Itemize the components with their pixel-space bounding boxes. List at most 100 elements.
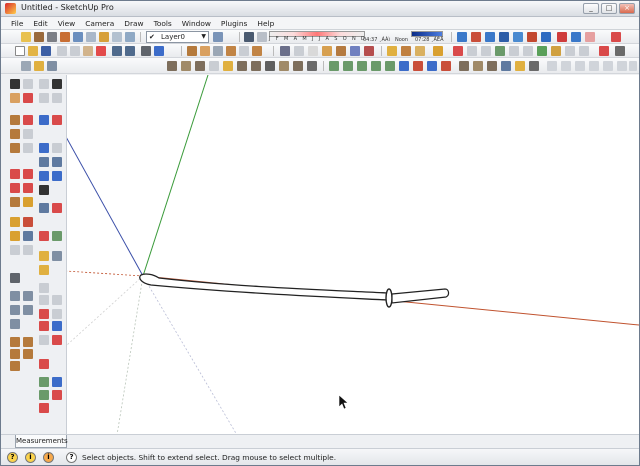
save-icon[interactable] (41, 46, 51, 56)
preferences-icon[interactable] (575, 61, 585, 71)
push-tool-icon[interactable] (52, 115, 62, 125)
sword-guard[interactable] (385, 288, 393, 308)
scenes-icon[interactable] (413, 61, 423, 71)
solid-intersect-icon[interactable] (343, 61, 353, 71)
protractor-icon[interactable] (599, 46, 609, 56)
warehouse-icon[interactable] (47, 32, 57, 42)
sword-handle[interactable] (391, 288, 450, 304)
previous-view-icon[interactable] (52, 171, 62, 181)
dynamic-components-icon[interactable] (603, 61, 613, 71)
pencil-icon[interactable] (453, 46, 463, 56)
section-tool-icon[interactable] (39, 231, 49, 241)
sandbox-smooth-icon[interactable] (279, 61, 289, 71)
wireframe-icon[interactable] (294, 46, 304, 56)
get-photo-icon[interactable] (86, 32, 96, 42)
protractor-tool-icon[interactable] (10, 231, 20, 241)
hidden-line-icon[interactable] (308, 46, 318, 56)
eraser-tool-icon[interactable] (23, 93, 33, 103)
shaded-icon[interactable] (322, 46, 332, 56)
offset-icon[interactable] (467, 46, 477, 56)
sandbox-icon[interactable] (541, 32, 551, 42)
house-iso-icon[interactable] (226, 46, 236, 56)
fredo-stretch-icon[interactable] (39, 403, 49, 413)
dimensions-tool-icon[interactable] (23, 217, 33, 227)
paste-icon[interactable] (83, 46, 93, 56)
minimize-button[interactable]: _ (583, 3, 599, 14)
clear-icon[interactable] (585, 32, 595, 42)
xray-icon[interactable] (280, 46, 290, 56)
sandbox-add-detail-icon[interactable] (209, 61, 219, 71)
get-models-icon[interactable] (39, 251, 49, 261)
menu-plugins[interactable]: Plugins (221, 19, 247, 28)
new-file-icon[interactable] (15, 46, 25, 56)
select-icon[interactable] (387, 46, 397, 56)
zoom-window-icon[interactable] (52, 157, 62, 167)
geo-location-icon[interactable]: ? (7, 452, 18, 463)
twist-tool-icon[interactable] (52, 335, 62, 345)
share-model-icon[interactable] (60, 32, 70, 42)
line-tool-icon[interactable] (23, 115, 33, 125)
circle-tool-icon[interactable] (10, 129, 20, 139)
follow-tool-icon[interactable] (39, 115, 49, 125)
display-section-cuts-icon[interactable] (485, 32, 495, 42)
position-camera-side-icon[interactable] (39, 185, 49, 195)
layer-manager-icon[interactable] (213, 32, 223, 42)
sandbox-scratch-icon[interactable] (251, 61, 261, 71)
texture-tool-icon[interactable] (39, 93, 49, 103)
freehand-tool-icon[interactable] (23, 143, 33, 153)
shadow-slider[interactable]: J F M A M J J A S O N D 04:37 ¸ÁÀì Noon … (269, 31, 445, 43)
sandbox-grid-icon[interactable] (265, 61, 275, 71)
move-arrows-icon[interactable] (52, 79, 62, 89)
pan-tool-icon[interactable] (34, 61, 44, 71)
solid-split-icon[interactable] (385, 61, 395, 71)
open-file-icon[interactable] (28, 46, 38, 56)
redo-icon[interactable] (571, 32, 581, 42)
solid-union-icon[interactable] (329, 61, 339, 71)
google-earth-icon[interactable] (73, 32, 83, 42)
layer-select[interactable]: ✔ Layer0 ▼ (146, 31, 209, 43)
maximize-button[interactable]: □ (601, 3, 617, 14)
add-location-icon[interactable] (99, 32, 109, 42)
freehand-side-icon[interactable] (39, 295, 49, 305)
components-icon[interactable] (34, 32, 44, 42)
orbit-tool-icon[interactable] (21, 61, 31, 71)
sandbox-terrain-icon[interactable] (293, 61, 303, 71)
drawing-viewport[interactable] (64, 74, 640, 436)
text-icon[interactable] (565, 46, 575, 56)
photo-textures-icon[interactable] (39, 265, 49, 275)
soften-edges-icon[interactable] (501, 61, 511, 71)
close-button[interactable]: × (619, 3, 635, 14)
pie-tool-icon[interactable] (52, 321, 62, 331)
outliner-icon[interactable] (441, 61, 451, 71)
make-group-icon[interactable] (401, 46, 411, 56)
draw-curve-icon[interactable] (39, 377, 49, 387)
solid-outer-shell-icon[interactable] (399, 61, 409, 71)
pushpull-tool-icon[interactable] (23, 169, 33, 179)
right-house-icon[interactable] (23, 305, 33, 315)
sandbox-smoove-icon[interactable] (167, 61, 177, 71)
getting-started-icon[interactable] (21, 32, 31, 42)
back-house-icon[interactable] (10, 319, 20, 329)
sandbox-mesh-icon[interactable] (307, 61, 317, 71)
menu-draw[interactable]: Draw (124, 19, 143, 28)
sandbox-stamp-icon[interactable] (181, 61, 191, 71)
styles-icon[interactable] (473, 61, 483, 71)
dimension-icon[interactable] (611, 32, 621, 42)
menu-file[interactable]: File (11, 19, 23, 28)
camera-photo-icon[interactable] (10, 273, 20, 283)
zoom-extents-icon[interactable] (39, 171, 49, 181)
walk-icon[interactable] (513, 32, 523, 42)
preview-earth-icon[interactable] (125, 32, 135, 42)
print-icon[interactable] (141, 46, 151, 56)
lasso-select-icon[interactable] (39, 79, 49, 89)
select-arrow-icon[interactable] (10, 79, 20, 89)
solid-trim-icon[interactable] (371, 61, 381, 71)
bend-tool-icon[interactable] (39, 335, 49, 345)
fredo-bend-icon[interactable] (52, 390, 62, 400)
shadow-settings-icon[interactable] (244, 32, 254, 42)
make-component-icon[interactable] (187, 46, 197, 56)
credits-icon[interactable]: i (25, 452, 36, 463)
move-tool-icon[interactable] (10, 169, 20, 179)
model-info-icon[interactable] (154, 46, 164, 56)
follow-me-tool-icon[interactable] (23, 183, 33, 193)
